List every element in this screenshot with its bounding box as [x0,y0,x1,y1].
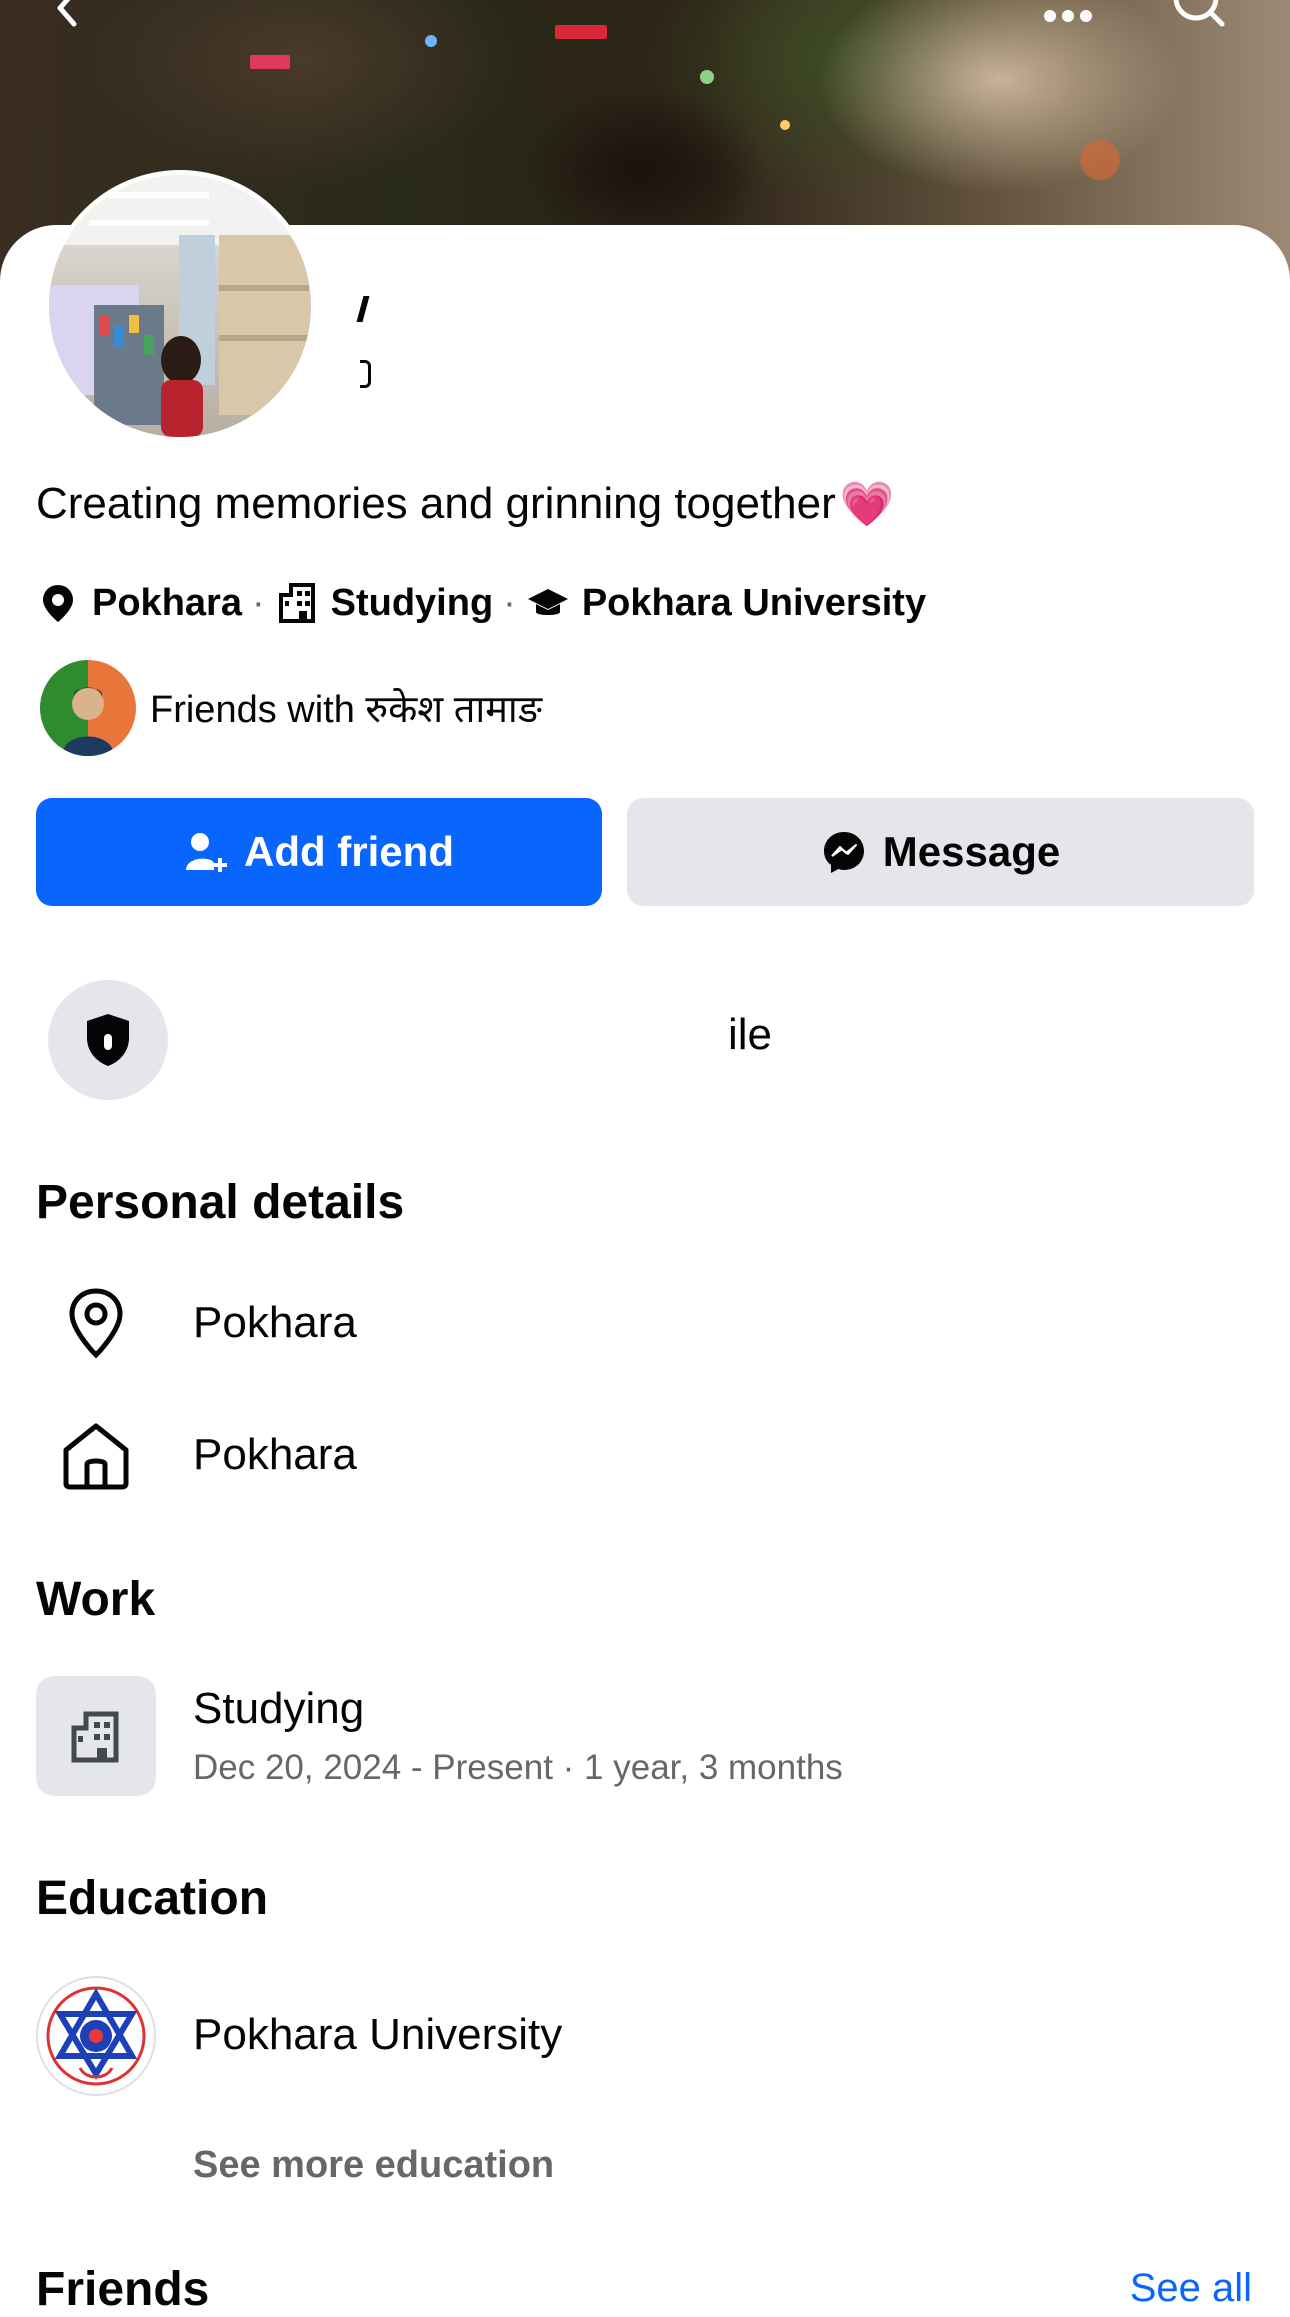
see-all-friends-link[interactable]: See all [1130,2266,1252,2311]
cover-light [780,120,790,130]
meta-location[interactable]: Pokhara [92,582,242,625]
location-pin-icon [36,581,80,625]
university-emblem [46,1986,146,2086]
message-label: Message [882,828,1061,875]
pokhara-university-logo[interactable] [36,1976,156,2096]
bio: Creating memories and grinning together … [36,478,895,530]
cover-light [425,35,437,47]
building-icon [275,581,319,625]
lock-text-fragment: ile [728,1010,773,1059]
meta-separator: · [251,581,265,624]
avatar-scene [49,175,311,437]
add-friend-label: Add friend [244,828,454,875]
work-title: Work [36,1573,156,1626]
back-button[interactable] [40,0,96,36]
hometown-label[interactable]: Pokhara [193,1430,357,1480]
meta-school[interactable]: Pokhara University [582,582,926,625]
work-entry-title[interactable]: Studying [193,1684,364,1734]
friends-title: Friends [36,2263,210,2316]
messenger-icon [823,832,864,873]
see-more-education-link[interactable]: See more education [193,2144,554,2187]
education-entry-title[interactable]: Pokhara University [193,2010,562,2060]
mutual-friend-photo [62,687,114,756]
add-friend-button[interactable]: Add friend [36,798,602,906]
subtitle-fragment [360,360,371,388]
cover-light [250,55,290,69]
education-title: Education [36,1872,269,1925]
profile-avatar[interactable] [44,170,316,442]
meta-separator: · [503,581,516,624]
profile-meta-row: Pokhara · Studying · Pokhara University [36,578,926,628]
more-button[interactable] [1040,0,1096,36]
lock-text-redaction [198,932,758,1122]
search-button[interactable] [1170,0,1226,36]
more-dots-icon [1044,10,1092,22]
search-icon [1173,0,1225,27]
building-icon [71,1711,119,1763]
shield-lock-icon [87,1014,129,1066]
chevron-left-icon [57,0,77,27]
location-pin-icon [56,1283,136,1363]
personal-details-title: Personal details [36,1176,405,1229]
avatar-photo [49,175,311,437]
add-person-icon [186,833,227,872]
bio-text: Creating memories and grinning together [36,479,836,528]
lock-badge [48,980,168,1100]
hometown-row: Pokhara [56,1415,357,1495]
meta-work[interactable]: Studying [331,582,494,625]
profile-sheet [0,225,1290,2294]
mutual-friend-avatar[interactable] [40,660,136,756]
cover-light [1080,140,1120,180]
graduation-cap-icon [526,581,570,625]
current-city-label[interactable]: Pokhara [193,1298,357,1348]
mutual-friends-row[interactable]: Friends with रुकेश तामाङ [40,660,542,756]
work-tile[interactable] [36,1676,156,1796]
home-icon [56,1415,136,1495]
current-city-row: Pokhara [56,1283,357,1363]
locked-profile-banner: ile [48,932,1248,1122]
mutual-friends-text: Friends with रुकेश तामाङ [150,689,542,731]
heart-emoji: 💗 [839,479,895,530]
message-button[interactable]: Message [627,798,1254,906]
name-redaction [370,262,1040,442]
work-entry-subtitle: Dec 20, 2024 - Present · 1 year, 3 month… [193,1748,843,1787]
cover-light [555,25,607,39]
cover-light [700,70,714,84]
